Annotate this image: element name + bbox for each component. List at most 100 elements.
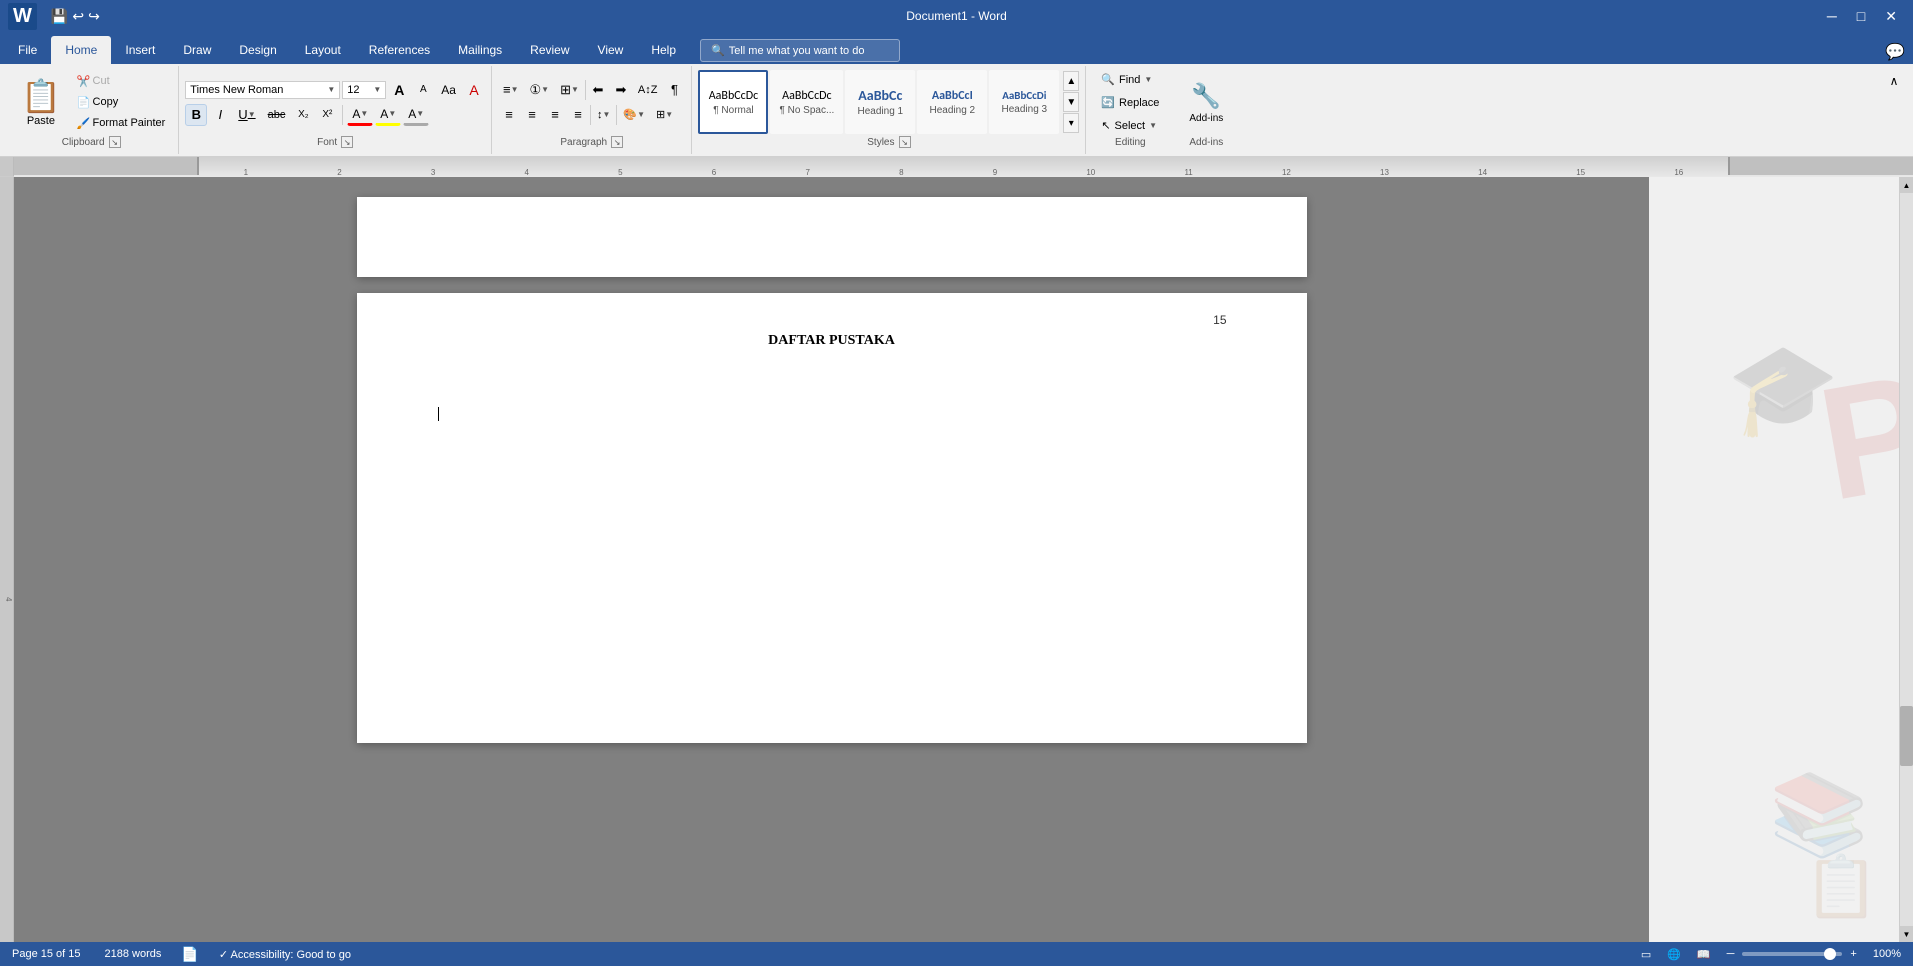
addins-button[interactable]: 🔧 Add-ins bbox=[1182, 75, 1230, 131]
graduation-cap-icon: 🎓 bbox=[1727, 337, 1839, 442]
font-name-select[interactable]: Times New Roman ▼ bbox=[185, 81, 340, 99]
page-14-end[interactable] bbox=[357, 197, 1307, 277]
page-content[interactable]: DAFTAR PUSTAKA bbox=[437, 333, 1227, 453]
zoom-thumb[interactable] bbox=[1824, 948, 1836, 960]
line-spacing-button[interactable]: ↕▼ bbox=[592, 104, 615, 126]
bold-button[interactable]: B bbox=[185, 104, 207, 126]
page-info[interactable]: Page 15 of 15 bbox=[8, 946, 85, 962]
accessibility-status[interactable]: ✓ Accessibility: Good to go bbox=[215, 946, 355, 963]
tab-draw[interactable]: Draw bbox=[169, 36, 225, 64]
copy-button[interactable]: 📄 Copy bbox=[72, 93, 170, 112]
find-button[interactable]: 🔍 Find ▼ bbox=[1094, 70, 1166, 89]
format-painter-button[interactable]: 🖌️ Format Painter bbox=[72, 114, 170, 133]
style-h2[interactable]: AaBbCcI Heading 2 bbox=[917, 70, 987, 134]
borders-button[interactable]: ⊞▼ bbox=[651, 104, 678, 126]
maximize-button[interactable]: □ bbox=[1849, 4, 1873, 28]
show-marks-button[interactable]: ¶ bbox=[663, 79, 685, 101]
web-layout-button[interactable]: 🌐 bbox=[1663, 946, 1685, 963]
document-area[interactable]: 15 DAFTAR PUSTAKA bbox=[14, 177, 1649, 942]
align-left-button[interactable]: ≡ bbox=[498, 104, 520, 126]
scroll-down-button[interactable]: ▼ bbox=[1900, 926, 1913, 942]
zoom-out-button[interactable]: ─ bbox=[1723, 946, 1739, 962]
clear-format-button[interactable]: A bbox=[463, 79, 485, 101]
scroll-thumb[interactable] bbox=[1900, 706, 1913, 766]
justify-button[interactable]: ≡ bbox=[567, 104, 589, 126]
style-normal[interactable]: AaBbCcDc ¶ Normal bbox=[698, 70, 768, 134]
tab-view[interactable]: View bbox=[584, 36, 638, 64]
style-nospace[interactable]: AaBbCcDc ¶ No Spac... bbox=[770, 70, 843, 134]
tab-file[interactable]: File bbox=[4, 36, 51, 64]
vertical-scrollbar[interactable]: ▲ ▼ bbox=[1899, 177, 1913, 942]
zoom-slider[interactable]: ─ + bbox=[1723, 946, 1861, 962]
save-quick-btn[interactable]: 💾 bbox=[51, 8, 68, 25]
replace-button[interactable]: 🔄 Replace bbox=[1094, 93, 1166, 112]
decrease-indent-button[interactable]: ⬅ bbox=[587, 79, 609, 101]
zoom-in-button[interactable]: + bbox=[1846, 946, 1860, 962]
strikethrough-button[interactable]: abc bbox=[263, 104, 291, 126]
editing-buttons: 🔍 Find ▼ 🔄 Replace ↖ Select ▼ bbox=[1094, 70, 1166, 135]
redo-quick-btn[interactable]: ↪ bbox=[88, 8, 100, 25]
text-effect-button[interactable]: A▼ bbox=[403, 104, 429, 126]
shrink-font-button[interactable]: A bbox=[412, 79, 434, 101]
scroll-up-button[interactable]: ▲ bbox=[1900, 177, 1913, 193]
shading-button[interactable]: 🎨▼ bbox=[618, 104, 650, 126]
font-expand[interactable]: ↘ bbox=[341, 136, 353, 148]
zoom-level[interactable]: 100% bbox=[1869, 946, 1905, 962]
bullets-button[interactable]: ≡▼ bbox=[498, 79, 524, 101]
addins-group: 🔧 Add-ins Add-ins bbox=[1174, 66, 1238, 154]
underline-button[interactable]: U▼ bbox=[233, 104, 260, 126]
style-scroll-down[interactable]: ▼ bbox=[1063, 92, 1079, 112]
collapse-ribbon-button[interactable]: ∧ bbox=[1883, 70, 1905, 92]
font-row1: Times New Roman ▼ 12 ▼ A A Aa A bbox=[185, 79, 485, 101]
tab-references[interactable]: References bbox=[355, 36, 444, 64]
tab-review[interactable]: Review bbox=[516, 36, 583, 64]
select-button[interactable]: ↖ Select ▼ bbox=[1094, 116, 1166, 135]
font-color-button[interactable]: A▼ bbox=[347, 104, 373, 126]
increase-indent-button[interactable]: ➡ bbox=[610, 79, 632, 101]
read-mode-button[interactable]: 📖 bbox=[1693, 946, 1715, 963]
paragraph-rows: ≡▼ ①▼ ⊞▼ ⬅ ➡ A↕Z ¶ ≡ ≡ ≡ ≡ ↕▼ bbox=[498, 79, 685, 126]
cut-label: Cut bbox=[93, 75, 110, 87]
close-button[interactable]: ✕ bbox=[1877, 4, 1905, 29]
case-button[interactable]: Aa bbox=[436, 79, 461, 101]
print-layout-button[interactable]: ▭ bbox=[1637, 946, 1655, 963]
grow-font-button[interactable]: A bbox=[388, 79, 410, 101]
sort-button[interactable]: A↕Z bbox=[633, 79, 663, 101]
style-h1[interactable]: AaBbCc Heading 1 bbox=[845, 70, 915, 134]
ribbon-toolbar: 📋 Paste ✂️ Cut 📄 Copy 🖌️ Format Painter bbox=[0, 64, 1913, 157]
tab-mailings[interactable]: Mailings bbox=[444, 36, 516, 64]
paste-button[interactable]: 📋 Paste bbox=[12, 72, 70, 132]
subscript-button[interactable]: X₂ bbox=[292, 104, 314, 126]
tell-me-box[interactable]: 🔍 Tell me what you want to do bbox=[700, 39, 900, 62]
minimize-button[interactable]: ─ bbox=[1819, 4, 1845, 28]
word-count[interactable]: 2188 words bbox=[101, 946, 166, 962]
style-more[interactable]: ▾ bbox=[1063, 113, 1079, 133]
clipboard-expand[interactable]: ↘ bbox=[109, 136, 121, 148]
undo-quick-btn[interactable]: ↩ bbox=[72, 8, 84, 25]
highlight-button[interactable]: A▼ bbox=[375, 104, 401, 126]
italic-button[interactable]: I bbox=[209, 104, 231, 126]
cut-button[interactable]: ✂️ Cut bbox=[72, 72, 170, 91]
share-icon[interactable]: 💬 bbox=[1885, 42, 1905, 62]
page-15[interactable]: 15 DAFTAR PUSTAKA bbox=[357, 293, 1307, 743]
tab-insert[interactable]: Insert bbox=[111, 36, 169, 64]
zoom-track[interactable] bbox=[1742, 952, 1842, 956]
styles-expand[interactable]: ↘ bbox=[899, 136, 911, 148]
document-body[interactable] bbox=[437, 405, 1227, 423]
numbering-button[interactable]: ①▼ bbox=[525, 79, 555, 101]
tab-design[interactable]: Design bbox=[225, 36, 290, 64]
tab-home[interactable]: Home bbox=[51, 36, 111, 64]
style-scroll-up[interactable]: ▲ bbox=[1063, 71, 1079, 91]
tab-help[interactable]: Help bbox=[637, 36, 690, 64]
font-size-select[interactable]: 12 ▼ bbox=[342, 81, 386, 99]
align-center-button[interactable]: ≡ bbox=[521, 104, 543, 126]
tab-layout[interactable]: Layout bbox=[291, 36, 355, 64]
paragraph-expand[interactable]: ↘ bbox=[611, 136, 623, 148]
align-right-button[interactable]: ≡ bbox=[544, 104, 566, 126]
superscript-button[interactable]: X² bbox=[316, 104, 338, 126]
scroll-track[interactable] bbox=[1900, 193, 1913, 926]
style-h3[interactable]: AaBbCcDi Heading 3 bbox=[989, 70, 1059, 134]
multilevel-button[interactable]: ⊞▼ bbox=[555, 79, 584, 101]
para-sep1 bbox=[585, 80, 586, 100]
para-sep2 bbox=[590, 105, 591, 125]
